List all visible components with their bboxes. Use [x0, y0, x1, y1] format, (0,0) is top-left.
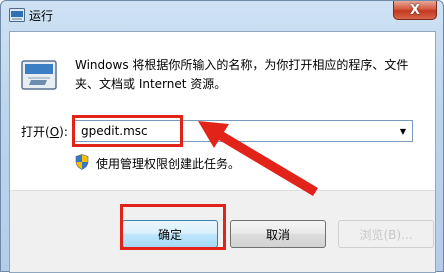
- separator: [10, 190, 435, 191]
- open-label: 打开(O):: [21, 123, 68, 140]
- uac-shield-icon: [75, 154, 89, 170]
- content-panel: Windows 将根据你所输入的名称，为你打开相应的程序、文件夹、文档或 Int…: [10, 32, 435, 190]
- open-hotkey: O: [49, 125, 60, 139]
- title-bar[interactable]: 运行 X: [1, 1, 444, 29]
- input-highlight-box: [72, 115, 183, 147]
- ok-highlight-box: [120, 204, 226, 250]
- dialog-body: Windows 将根据你所输入的名称，为你打开相应的程序、文件夹、文档或 Int…: [9, 31, 436, 273]
- open-label-suffix: ):: [59, 125, 68, 139]
- admin-note: 使用管理权限创建此任务。: [96, 157, 241, 171]
- dialog-description: Windows 将根据你所输入的名称，为你打开相应的程序、文件夹、文档或 Int…: [75, 58, 409, 91]
- run-icon: [9, 8, 25, 22]
- close-button[interactable]: X: [393, 1, 437, 20]
- cancel-button[interactable]: 取消: [230, 220, 326, 248]
- browse-button[interactable]: 浏览(B)...: [338, 220, 434, 248]
- run-icon: [21, 60, 57, 90]
- run-dialog-window: 运行 X Windows 将根据你所输入的名称，为你打开相应的程序、文件夹、文档…: [0, 0, 444, 273]
- close-icon: X: [409, 2, 421, 18]
- open-label-text: 打开(: [21, 125, 50, 139]
- window-title: 运行: [29, 9, 54, 23]
- chevron-down-icon[interactable]: ▼: [396, 123, 410, 139]
